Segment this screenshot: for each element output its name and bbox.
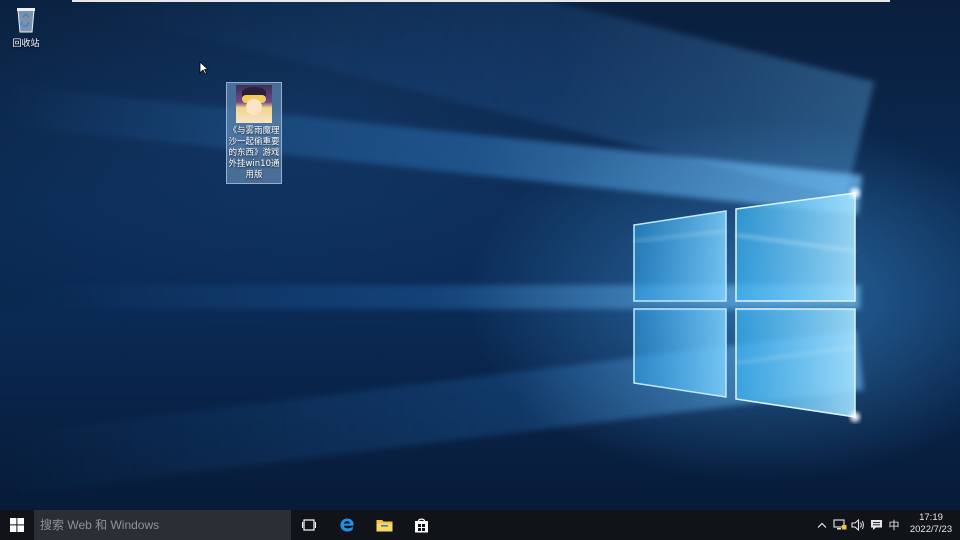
taskbar: 搜索 Web 和 Windows 中 17:19 2022/7/23: [0, 510, 960, 540]
clock-time: 17:19: [919, 512, 943, 523]
clock[interactable]: 17:19 2022/7/23: [905, 512, 957, 540]
desktop-icon-game-shortcut[interactable]: 《与雾雨魔理沙一起偷重要的东西》游戏外挂win10通用版: [226, 82, 282, 184]
desktop[interactable]: 回收站 《与雾雨魔理沙一起偷重要的东西》游戏外挂win10通用版: [0, 0, 960, 510]
recycle-bin-icon: [17, 8, 35, 33]
search-placeholder: 搜索 Web 和 Windows: [40, 518, 160, 532]
start-button[interactable]: [0, 510, 34, 540]
folder-icon: [376, 520, 392, 532]
network-icon: [833, 519, 847, 530]
store-button[interactable]: [403, 510, 439, 540]
store-icon: [414, 518, 428, 533]
file-explorer-button[interactable]: [366, 510, 402, 540]
search-input[interactable]: 搜索 Web 和 Windows: [34, 510, 291, 540]
edge-button[interactable]: [329, 510, 365, 540]
network-tray-button[interactable]: [832, 510, 848, 540]
game-thumbnail: [236, 85, 272, 123]
game-shortcut-label: 《与雾雨魔理沙一起偷重要的东西》游戏外挂win10通用版: [228, 126, 280, 180]
volume-tray-button[interactable]: [850, 510, 866, 540]
show-hidden-icons-button[interactable]: [815, 510, 829, 540]
notification-icon: [870, 520, 882, 530]
mouse-cursor-icon: [199, 61, 209, 75]
windows-logo-wallpaper: [633, 188, 860, 422]
edge-icon: [340, 518, 354, 532]
chevron-up-icon: [817, 522, 827, 528]
action-center-button[interactable]: [868, 510, 884, 540]
windows-start-icon: [10, 518, 24, 532]
clock-date: 2022/7/23: [909, 524, 953, 535]
task-view-icon: [302, 519, 316, 531]
speaker-icon: [851, 519, 864, 531]
top-window-edge: [72, 0, 890, 2]
task-view-button[interactable]: [291, 510, 327, 540]
input-method-indicator[interactable]: 中: [886, 510, 902, 540]
desktop-icon-recycle-bin[interactable]: 回收站: [6, 5, 46, 50]
recycle-bin-label: 回收站: [12, 39, 40, 49]
